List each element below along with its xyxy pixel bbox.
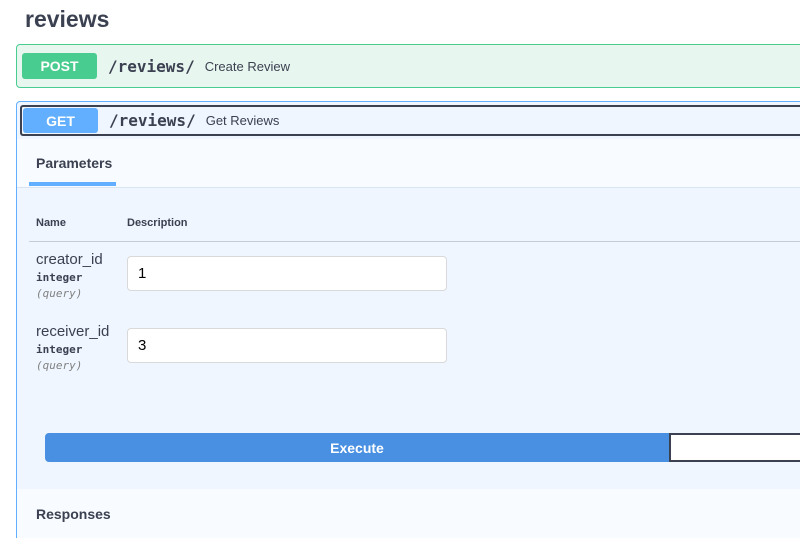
parameters-section-header: Parameters: [17, 139, 800, 188]
method-badge-get: GET: [23, 108, 98, 133]
swagger-page: reviews POST /reviews/ Create Review GET…: [0, 0, 800, 538]
operation-post-reviews[interactable]: POST /reviews/ Create Review: [16, 44, 800, 88]
tab-active-indicator: [29, 182, 116, 186]
responses-section-header: Responses: [17, 489, 800, 538]
parameter-receiver-id: receiver_id integer (query): [36, 323, 109, 372]
operation-summary[interactable]: GET /reviews/ Get Reviews: [20, 105, 800, 136]
parameter-name: creator_id: [36, 251, 103, 268]
column-header-description: Description: [127, 217, 188, 229]
responses-title: Responses: [36, 506, 111, 522]
receiver-id-input[interactable]: 3: [127, 328, 447, 363]
parameter-location: (query): [36, 287, 83, 300]
method-badge-post: POST: [22, 53, 97, 79]
creator-id-input[interactable]: 1: [127, 256, 447, 291]
column-header-name: Name: [36, 217, 66, 229]
parameter-location: (query): [36, 359, 83, 372]
table-divider: [29, 241, 800, 242]
operation-summary-text: Create Review: [204, 58, 290, 74]
parameter-type: integer: [36, 343, 83, 356]
execute-button[interactable]: Execute: [45, 433, 669, 462]
operation-path: /reviews/: [109, 111, 196, 130]
operation-summary[interactable]: POST /reviews/ Create Review: [17, 45, 800, 87]
operation-summary-text: Get Reviews: [205, 113, 280, 128]
parameter-type: integer: [36, 271, 83, 284]
parameter-name: receiver_id: [36, 323, 110, 340]
operation-get-reviews: GET /reviews/ Get Reviews Parameters Nam…: [16, 101, 800, 538]
operation-path: /reviews/: [108, 56, 195, 76]
parameter-creator-id: creator_id integer (query): [36, 251, 103, 300]
tab-parameters[interactable]: Parameters: [36, 155, 112, 171]
clear-button[interactable]: [669, 433, 800, 462]
tag-title[interactable]: reviews: [25, 6, 109, 33]
